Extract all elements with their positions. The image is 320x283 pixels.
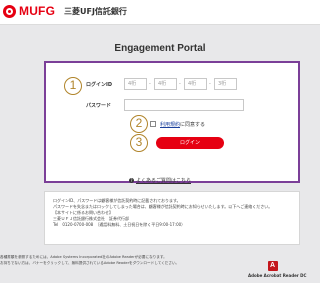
terms-link[interactable]: 利用規約: [160, 122, 180, 128]
login-button[interactable]: ログイン: [156, 137, 224, 149]
adobe-notice: 各種書類を参照するためには、Adobe Systems Incorporated…: [0, 255, 210, 266]
bank-name: 三菱UFJ信託銀行: [64, 7, 127, 16]
step-badge-1: 1: [64, 77, 82, 95]
dash-separator: -: [149, 81, 151, 87]
adobe-reader-label: Adobe Acrobat Reader DC: [248, 273, 307, 278]
page-title: Engagement Portal: [114, 43, 206, 54]
login-id-input-4[interactable]: 3桁: [214, 78, 237, 90]
step-badge-2: 2: [130, 115, 148, 133]
login-id-input-1[interactable]: 4桁: [124, 78, 147, 90]
header-bar: MUFG 三菱UFJ信託銀行: [0, 0, 320, 25]
adobe-reader-icon: [268, 261, 278, 271]
step-badge-3: 3: [130, 134, 148, 152]
notice-line: お持ちでない方は、バナーをクリックして、無料提供されているAdobe Reade…: [0, 260, 180, 265]
password-label: パスワード: [86, 103, 112, 109]
terms-suffix: に同意する: [180, 122, 206, 128]
faq-link[interactable]: ? よくあるご質問はこちら: [0, 177, 320, 184]
login-id-input-3[interactable]: 4桁: [184, 78, 207, 90]
login-id-label: ログインID: [86, 82, 113, 88]
login-form-panel: 1 ログインID 4桁 - 4桁 - 4桁 - 3桁 パスワード 2 利用規約に…: [44, 61, 300, 183]
faq-link-text[interactable]: よくあるご質問はこちら: [136, 178, 191, 184]
terms-checkbox[interactable]: [150, 121, 156, 127]
question-icon: ?: [128, 178, 134, 183]
password-field[interactable]: [124, 99, 244, 111]
brand-logo: MUFG: [19, 4, 56, 18]
adobe-reader-banner[interactable]: Adobe Acrobat Reader DC: [248, 261, 307, 281]
mufg-logo-icon: [3, 5, 16, 18]
terms-agreement-text: 利用規約に同意する: [160, 121, 205, 128]
dash-separator: -: [209, 81, 211, 87]
main-content: Engagement Portal 1 ログインID 4桁 - 4桁 - 4桁 …: [0, 25, 320, 283]
info-line: Tel 0120-0700-008 （通話料無料、土日祝日を除く平日9:00-1…: [53, 222, 186, 227]
login-id-input-2[interactable]: 4桁: [154, 78, 177, 90]
dash-separator: -: [179, 81, 181, 87]
contact-info-box: ログインID、パスワードは顧客様が信託契約時に記載されております。 パスワードを…: [44, 191, 300, 245]
